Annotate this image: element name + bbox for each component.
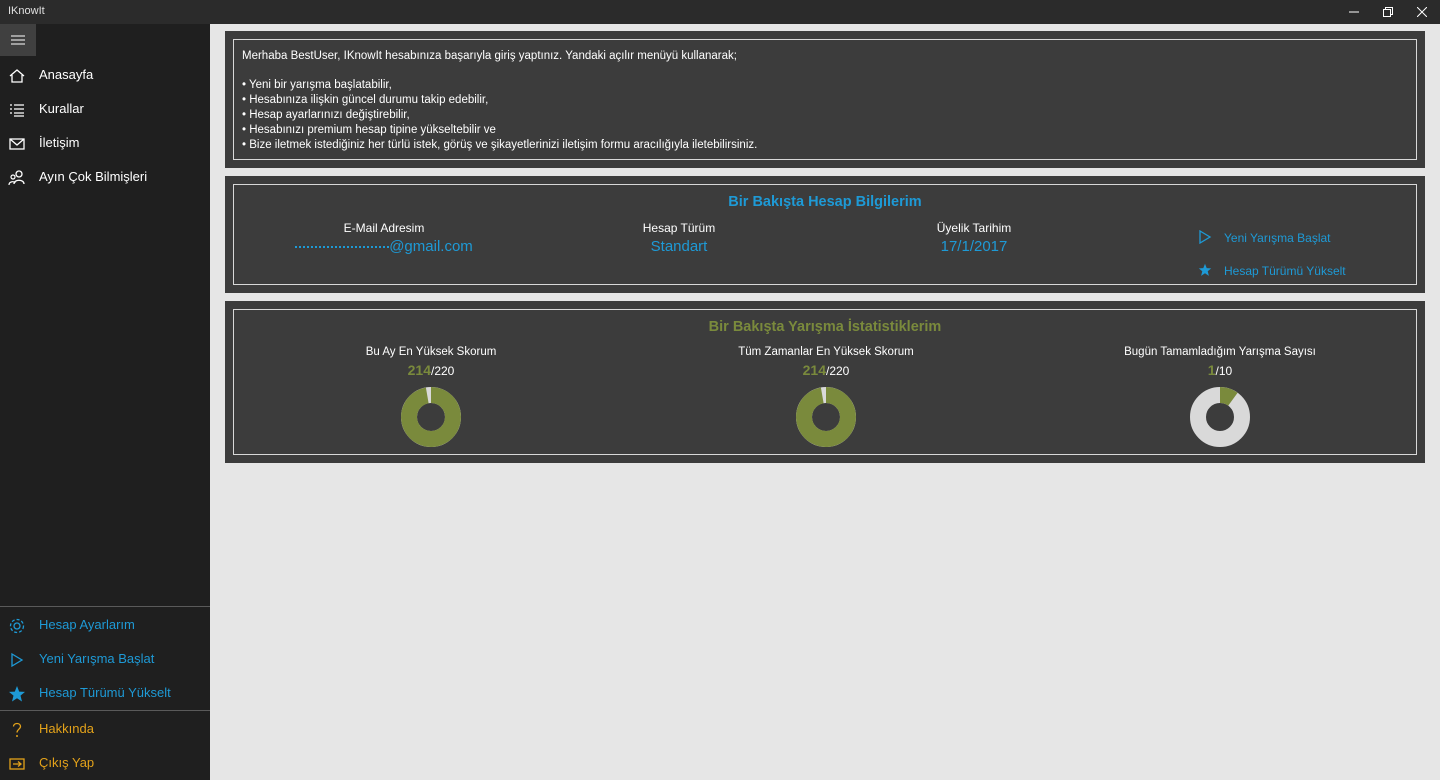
stat-today-completed: Bugün Tamamladığım Yarışma Sayısı 1/10 (1070, 346, 1370, 448)
donut-chart (401, 387, 461, 447)
hamburger-menu-button[interactable] (0, 24, 36, 56)
sidebar-divider (0, 606, 210, 607)
welcome-bullet: • Yeni bir yarışma başlatabilir, (242, 79, 392, 91)
donut-value-arc (401, 387, 461, 447)
membership-date-info: Üyelik Tarihim 17/1/2017 (854, 221, 1094, 255)
welcome-intro: Merhaba BestUser, IKnowIt hesabınıza baş… (242, 50, 737, 62)
sidebar-item-label: Yeni Yarışma Başlat (39, 651, 155, 666)
sidebar-item-label: Ayın Çok Bilmişleri (39, 169, 148, 184)
sidebar-item-hesap-ayarlarim[interactable]: Hesap Ayarlarım (0, 608, 210, 642)
stat-label: Bugün Tamamladığım Yarışma Sayısı (1124, 346, 1316, 358)
donut-track (1190, 387, 1250, 447)
donut-value-arc (1219, 387, 1238, 407)
sidebar-item-label: Hakkında (39, 721, 94, 736)
account-type-value: Standart (650, 238, 708, 255)
stats-card: Bir Bakışta Yarışma İstatistiklerim Bu A… (225, 301, 1425, 463)
new-contest-link[interactable]: Yeni Yarışma Başlat (1198, 229, 1331, 245)
welcome-text: Merhaba BestUser, IKnowIt hesabınıza baş… (242, 49, 757, 153)
stat-monthly-best: Bu Ay En Yüksek Skorum 214/220 (281, 346, 581, 448)
list-icon (10, 104, 24, 117)
sidebar-item-kurallar[interactable]: Kurallar (0, 92, 210, 126)
welcome-bullet: • Hesabınızı premium hesap tipine yüksel… (242, 124, 496, 136)
sidebar-item-cikis-yap[interactable]: Çıkış Yap (0, 746, 210, 780)
sidebar-item-yeni-yarisma-baslat[interactable]: Yeni Yarışma Başlat (0, 642, 210, 676)
star-icon (9, 686, 25, 702)
welcome-bullet: • Hesabınıza ilişkin güncel durumu takip… (242, 94, 489, 106)
sidebar-item-iletisim[interactable]: İletişim (0, 126, 210, 160)
upgrade-account-link[interactable]: Hesap Türümü Yükselt (1198, 263, 1346, 278)
exit-icon (9, 758, 25, 770)
title-bar: IKnowIt (0, 0, 1440, 24)
close-button[interactable] (1405, 0, 1439, 24)
sidebar: Anasayfa Kurallar İletişim Ayın Çok Bilm… (0, 24, 210, 780)
sidebar-item-label: Anasayfa (39, 67, 94, 82)
email-label: E-Mail Adresim (343, 221, 425, 235)
main-content: Merhaba BestUser, IKnowIt hesabınıza baş… (210, 24, 1440, 780)
play-icon (1199, 229, 1212, 245)
hamburger-icon (11, 35, 25, 45)
sidebar-item-hesap-turumu-yukselt[interactable]: Hesap Türümü Yükselt (0, 676, 210, 710)
email-redacted (295, 246, 390, 249)
stat-label: Tüm Zamanlar En Yüksek Skorum (738, 346, 914, 358)
question-icon (12, 722, 22, 737)
stat-score: 214/220 (407, 362, 455, 378)
welcome-bullet: • Bize iletmek istediğiniz her türlü ist… (242, 139, 758, 151)
play-icon (11, 652, 24, 668)
sidebar-divider (0, 710, 210, 711)
account-card-border: Bir Bakışta Hesap Bilgilerim E-Mail Adre… (233, 184, 1417, 285)
people-icon (8, 170, 25, 186)
app-title: IKnowIt (8, 5, 45, 17)
gear-icon (9, 618, 25, 634)
mail-icon (9, 138, 25, 150)
sidebar-item-label: Hesap Türümü Yükselt (39, 685, 171, 700)
welcome-bullet: • Hesap ayarlarınızı değiştirebilir, (242, 109, 410, 121)
restore-button[interactable] (1371, 0, 1405, 24)
welcome-card-border: Merhaba BestUser, IKnowIt hesabınıza baş… (233, 39, 1417, 160)
account-type-label: Hesap Türüm (642, 221, 716, 235)
minimize-button[interactable] (1337, 0, 1371, 24)
membership-date-value: 17/1/2017 (940, 238, 1008, 255)
sidebar-item-anasayfa[interactable]: Anasayfa (0, 58, 210, 92)
sidebar-item-label: İletişim (39, 135, 80, 150)
donut-chart (796, 387, 856, 447)
stats-card-border: Bir Bakışta Yarışma İstatistiklerim Bu A… (233, 309, 1417, 455)
email-info: E-Mail Adresim @gmail.com (264, 221, 504, 255)
membership-date-label: Üyelik Tarihim (936, 221, 1012, 235)
close-icon (1417, 7, 1427, 17)
sidebar-item-label: Çıkış Yap (39, 755, 95, 770)
account-card: Bir Bakışta Hesap Bilgilerim E-Mail Adre… (225, 176, 1425, 293)
home-icon (9, 69, 25, 83)
stat-score: 1/10 (1207, 362, 1233, 378)
stat-alltime-best: Tüm Zamanlar En Yüksek Skorum 214/220 (676, 346, 976, 448)
star-icon (1198, 263, 1212, 276)
donut-chart (1190, 387, 1250, 447)
email-value: @gmail.com (264, 238, 504, 255)
stats-section-title: Bir Bakışta Yarışma İstatistiklerim (708, 319, 942, 335)
account-section-title: Bir Bakışta Hesap Bilgilerim (728, 194, 922, 210)
stat-score: 214/220 (802, 362, 850, 378)
sidebar-item-label: Hesap Ayarlarım (39, 617, 135, 632)
minimize-icon (1349, 11, 1359, 13)
restore-icon (1383, 7, 1393, 17)
sidebar-item-ayin-cok-bilmisleri[interactable]: Ayın Çok Bilmişleri (0, 160, 210, 194)
account-type-info: Hesap Türüm Standart (559, 221, 799, 255)
sidebar-item-hakkinda[interactable]: Hakkında (0, 712, 210, 746)
stat-label: Bu Ay En Yüksek Skorum (365, 346, 497, 358)
welcome-card: Merhaba BestUser, IKnowIt hesabınıza baş… (225, 31, 1425, 168)
donut-value-arc (796, 387, 856, 447)
sidebar-item-label: Kurallar (39, 101, 84, 116)
